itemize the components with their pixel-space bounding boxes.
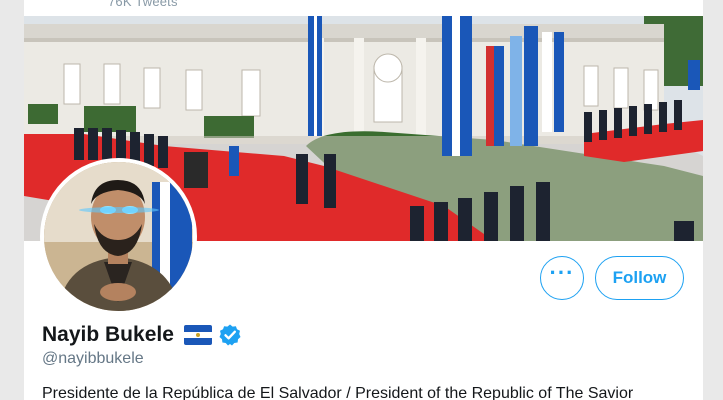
profile-bio: Presidente de la República de El Salvado… xyxy=(42,385,634,400)
display-name: Nayib Bukele xyxy=(42,323,174,346)
verified-badge-icon xyxy=(218,323,242,347)
more-options-button[interactable]: ··· xyxy=(540,256,584,300)
profile-card: 76K Tweets ··· Follow Nayib Bukele @nayi… xyxy=(24,0,703,400)
el-salvador-flag-icon xyxy=(183,325,212,345)
more-options-icon: ··· xyxy=(549,260,575,285)
profile-avatar[interactable] xyxy=(40,158,197,315)
profile-name-row: Nayib Bukele xyxy=(42,320,242,350)
profile-handle: @nayibbukele xyxy=(42,350,144,367)
tweets-count: 76K Tweets xyxy=(108,0,178,9)
profile-header-bar: 76K Tweets xyxy=(24,0,703,16)
follow-button[interactable]: Follow xyxy=(595,256,684,300)
